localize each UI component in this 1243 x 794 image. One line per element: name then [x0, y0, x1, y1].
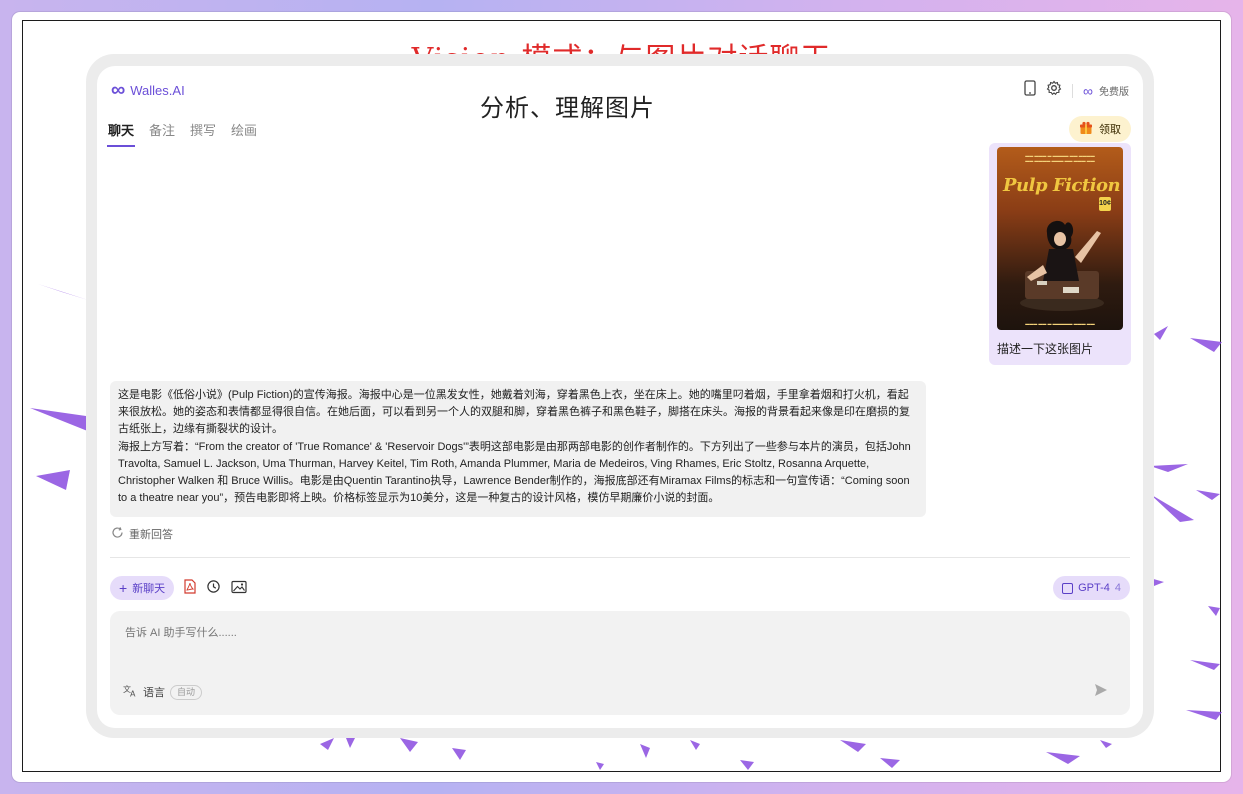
regenerate-label: 重新回答 [129, 529, 173, 541]
model-label: GPT-4 [1078, 582, 1110, 594]
tab-draw[interactable]: 绘画 [230, 120, 258, 147]
plus-icon: + [119, 580, 128, 596]
ai-response-paragraph: 这是电影《低俗小说》(Pulp Fiction)的宣传海报。海报中心是一位黑发女… [118, 389, 910, 436]
image-upload-icon[interactable] [231, 580, 247, 597]
poster-price-tag: 10¢ [1099, 197, 1111, 211]
language-label: 语言 [143, 687, 165, 699]
composer-toolbar: + 新聊天 [110, 576, 247, 600]
tab-chat[interactable]: 聊天 [107, 120, 136, 147]
prompt-input[interactable] [123, 626, 727, 640]
poster-figure-illustration [1020, 220, 1104, 311]
send-icon[interactable] [1094, 683, 1108, 700]
language-selector[interactable]: 文A 语言 自动 [123, 684, 203, 700]
new-chat-label: 新聊天 [132, 583, 166, 595]
history-icon[interactable] [206, 579, 221, 597]
uploaded-poster-image[interactable]: ▬▬ ▬▬▬ ▬ ▬▬▬▬ ▬▬ ▬▬▬▬ ▬▬ ▬▬▬▬ ▬▬▬ ▬▬ ▬▬▬ … [997, 147, 1123, 330]
infinity-plan-icon: ∞ [1083, 82, 1093, 99]
plan-label: 免费版 [1099, 87, 1129, 98]
tab-write[interactable]: 撰写 [189, 120, 217, 147]
gear-icon[interactable] [1046, 80, 1062, 101]
prompt-input-area[interactable]: 文A 语言 自动 [110, 611, 1130, 715]
translate-icon: 文A [123, 684, 138, 700]
chat-app-panel: ∞ Walles.AI 聊天 备注 撰写 绘画 ∞ 免费版 领取 ▬▬ ▬▬▬ … [97, 66, 1143, 728]
language-value-badge: 自动 [170, 684, 203, 700]
poster-credits-top: ▬▬ ▬▬▬ ▬ ▬▬▬▬ ▬▬ ▬▬▬▬ ▬▬ ▬▬▬▬ ▬▬▬ ▬▬ ▬▬▬ … [1025, 153, 1095, 163]
refresh-icon [111, 526, 124, 542]
pdf-icon[interactable] [184, 579, 196, 597]
content-divider [110, 557, 1130, 558]
model-selector[interactable]: GPT-4 4 [1053, 576, 1130, 600]
claim-button[interactable]: 领取 [1069, 116, 1131, 142]
header-actions: ∞ 免费版 [1024, 80, 1129, 101]
infinity-logo-icon: ∞ [111, 79, 126, 101]
poster-credits-bottom: ▬▬▬ ▬▬ ▬ ▬▬▬▬▬ ▬▬▬ ▬▬ [1025, 321, 1095, 326]
brand-logo[interactable]: ∞ Walles.AI [111, 79, 185, 101]
caption-subtitle: 分析、理解图片 [480, 94, 655, 122]
poster-title: Pulp Fiction [1003, 175, 1121, 196]
brand-name: Walles.AI [130, 82, 185, 98]
model-count: 4 [1114, 582, 1121, 594]
user-message-bubble: ▬▬ ▬▬▬ ▬ ▬▬▬▬ ▬▬ ▬▬▬▬ ▬▬ ▬▬▬▬ ▬▬▬ ▬▬ ▬▬▬ … [989, 143, 1131, 365]
phone-icon[interactable] [1024, 80, 1036, 101]
tab-notes[interactable]: 备注 [148, 120, 176, 147]
ai-response-paragraph: 海报上方写着：“From the creator of 'True Romanc… [118, 440, 911, 505]
model-checkbox-icon [1062, 582, 1074, 594]
user-message-text: 描述一下这张图片 [997, 342, 1094, 356]
gift-icon [1079, 121, 1093, 138]
svg-text:A: A [130, 690, 136, 698]
main-tabs: 聊天 备注 撰写 绘画 [107, 120, 258, 147]
ai-response-bubble: 这是电影《低俗小说》(Pulp Fiction)的宣传海报。海报中心是一位黑发女… [110, 381, 926, 517]
plan-badge[interactable]: ∞ 免费版 [1083, 83, 1129, 99]
regenerate-button[interactable]: 重新回答 [111, 526, 173, 542]
new-chat-button[interactable]: + 新聊天 [110, 576, 175, 600]
claim-label: 领取 [1099, 124, 1121, 136]
header-divider [1072, 83, 1074, 98]
